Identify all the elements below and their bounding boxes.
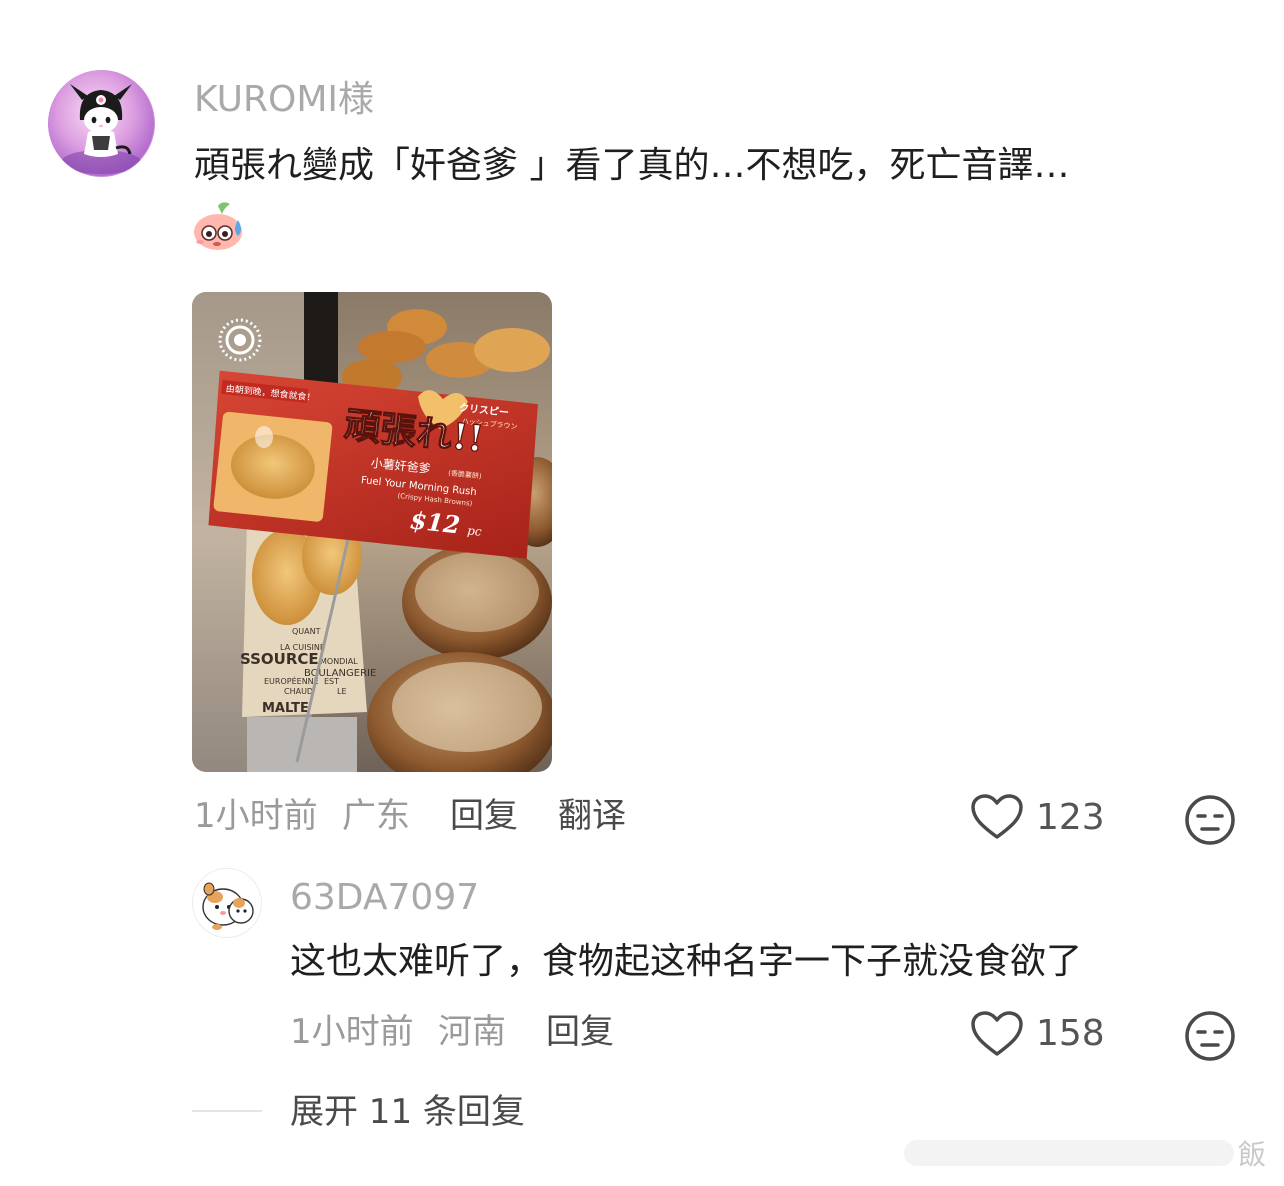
reply-text: 这也太难听了，食物起这种名字一下子就没食欲了 [290,941,1083,982]
heart-icon[interactable] [970,793,1024,841]
svg-text:LE: LE [337,687,347,696]
comment-text: 頑張れ變成「奸爸爹 」看了真的…不想吃，死亡音譯… [194,145,1070,186]
svg-text:$12: $12 [409,505,462,539]
reply-button[interactable]: 回复 [450,796,518,836]
comment-location: 广东 [342,796,410,836]
svg-text:EUROPÉENNE: EUROPÉENNE [264,675,319,686]
reply-dislike-face-icon[interactable] [1184,1010,1236,1062]
reply-avatar[interactable] [192,868,262,938]
comment-time: 1小时前 [194,796,318,836]
username[interactable]: KUROMI様 [194,80,374,120]
expand-replies-button[interactable]: 展开 11 条回复 [290,1092,525,1132]
reply-reply-button[interactable]: 回复 [546,1012,614,1052]
svg-text:SSOURCE: SSOURCE [240,650,319,668]
reply-location: 河南 [438,1012,506,1052]
reply-like-count: 158 [1036,1013,1105,1054]
comment-photo[interactable]: QUANT LA CUISINE SSOURCE MONDIAL BOULANG… [192,292,552,772]
svg-text:MONDIAL: MONDIAL [320,657,358,666]
reply-username[interactable]: 63DA7097 [290,878,479,918]
svg-text:CHAUD: CHAUD [284,687,313,696]
svg-text:MALTE: MALTE [262,701,309,716]
svg-text:QUANT: QUANT [292,627,321,636]
dislike-face-icon[interactable] [1184,794,1236,846]
translate-button[interactable]: 翻译 [558,796,626,836]
reply-heart-icon[interactable] [970,1010,1024,1058]
reply-time: 1小时前 [290,1012,414,1052]
watermark: 飯 [864,1132,1284,1172]
like-count: 123 [1036,797,1105,838]
avatar[interactable] [48,70,155,177]
svg-text:pc: pc [467,523,483,538]
sweat-face-emoji-icon [192,200,248,252]
expand-divider [192,1110,262,1112]
svg-text:EST: EST [324,677,339,686]
svg-text:飯: 飯 [1238,1138,1266,1171]
